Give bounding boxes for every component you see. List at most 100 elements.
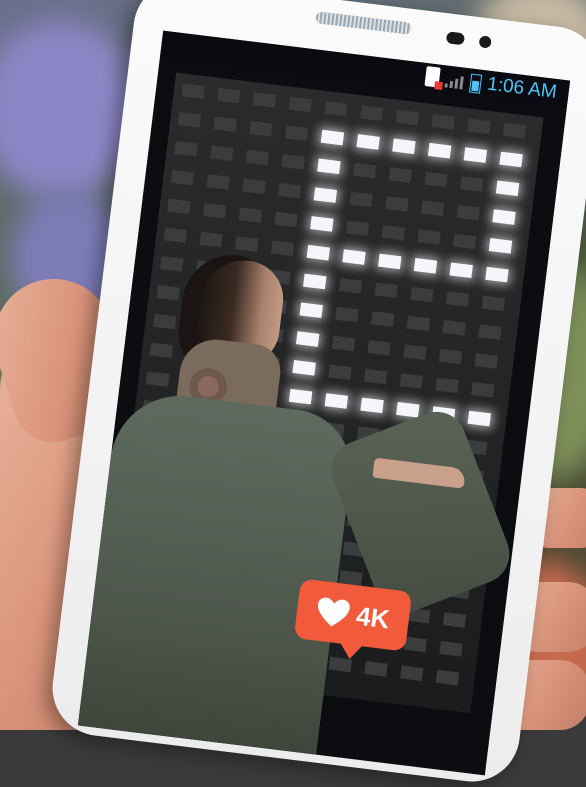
building-window xyxy=(235,236,259,252)
signal-icon xyxy=(444,76,464,90)
building-window xyxy=(324,100,348,117)
building-window xyxy=(335,306,359,323)
building-window xyxy=(400,665,424,682)
building-window xyxy=(295,331,320,347)
building-window xyxy=(145,371,170,387)
building-window xyxy=(413,258,438,274)
sensor-icon xyxy=(445,31,466,46)
building-window xyxy=(167,198,191,215)
building-window xyxy=(349,191,373,208)
building-window xyxy=(460,176,484,192)
building-window xyxy=(306,244,330,261)
sim-alert-icon xyxy=(424,66,441,88)
building-window xyxy=(467,410,491,427)
building-window xyxy=(252,92,277,108)
like-count: 4K xyxy=(354,600,392,634)
building-window xyxy=(502,122,527,139)
building-window xyxy=(463,147,488,163)
building-window xyxy=(485,266,509,283)
building-window xyxy=(378,253,402,270)
building-window xyxy=(481,295,506,312)
building-window xyxy=(313,187,338,203)
building-window xyxy=(445,291,470,307)
earpiece-speaker xyxy=(315,11,412,35)
building-window xyxy=(435,377,459,394)
status-time: 1:06 AM xyxy=(486,73,558,103)
building-window xyxy=(403,636,427,653)
building-window xyxy=(242,178,266,195)
building-window xyxy=(310,216,334,232)
building-window xyxy=(352,162,377,179)
building-window xyxy=(199,231,223,248)
building-window xyxy=(395,109,420,126)
building-window xyxy=(324,393,349,409)
building-window xyxy=(170,169,195,186)
building-window xyxy=(281,154,305,170)
building-window xyxy=(417,229,441,245)
building-window xyxy=(420,200,445,217)
building-window xyxy=(303,273,327,290)
building-window xyxy=(396,401,420,418)
battery-icon xyxy=(468,73,483,94)
building-window xyxy=(274,211,298,228)
building-window xyxy=(181,83,205,100)
building-window xyxy=(299,302,323,319)
building-window xyxy=(288,96,312,113)
building-window xyxy=(495,180,520,197)
building-window xyxy=(435,669,460,686)
building-window xyxy=(381,224,405,241)
building-window xyxy=(292,360,316,376)
building-window xyxy=(438,348,463,365)
building-window xyxy=(328,656,352,673)
building-window xyxy=(163,227,188,243)
building-window xyxy=(363,368,388,385)
building-window xyxy=(209,145,234,161)
building-window xyxy=(359,105,384,121)
building-window xyxy=(392,138,416,155)
building-window xyxy=(499,151,523,168)
building-window xyxy=(356,134,380,150)
building-window xyxy=(478,324,502,340)
building-window xyxy=(467,118,491,135)
building-window xyxy=(374,282,398,299)
building-window xyxy=(424,171,448,188)
building-window xyxy=(449,262,473,279)
building-window xyxy=(431,114,455,130)
building-window xyxy=(249,120,273,137)
building-window xyxy=(406,315,431,332)
building-window xyxy=(245,149,270,166)
building-window xyxy=(399,373,424,389)
building-window xyxy=(410,286,434,303)
building-window xyxy=(160,256,184,272)
building-window xyxy=(317,158,341,175)
building-window xyxy=(213,116,237,133)
building-window xyxy=(403,344,427,360)
building-window xyxy=(238,207,263,223)
building-window xyxy=(488,238,513,254)
front-camera-icon xyxy=(478,35,492,49)
phone-screen: 1:06 AM xyxy=(77,30,571,776)
building-window xyxy=(149,342,173,359)
building-window xyxy=(174,140,198,157)
building-window xyxy=(388,167,413,183)
building-window xyxy=(156,284,181,301)
building-window xyxy=(364,661,388,677)
building-window xyxy=(367,340,391,356)
building-window xyxy=(328,364,352,381)
building-window xyxy=(442,320,466,336)
building-window xyxy=(453,233,477,250)
building-window xyxy=(456,204,480,221)
building-window xyxy=(370,311,395,327)
heart-icon xyxy=(318,597,351,627)
building-window xyxy=(331,335,356,352)
building-window xyxy=(342,249,366,265)
building-window xyxy=(177,112,202,128)
building-window xyxy=(288,388,313,405)
building-window xyxy=(217,87,241,104)
building-window xyxy=(492,209,516,225)
building-window xyxy=(345,220,370,237)
building-window xyxy=(153,313,177,330)
building-window xyxy=(442,612,467,628)
building-window xyxy=(270,240,295,257)
building-window xyxy=(471,381,495,398)
